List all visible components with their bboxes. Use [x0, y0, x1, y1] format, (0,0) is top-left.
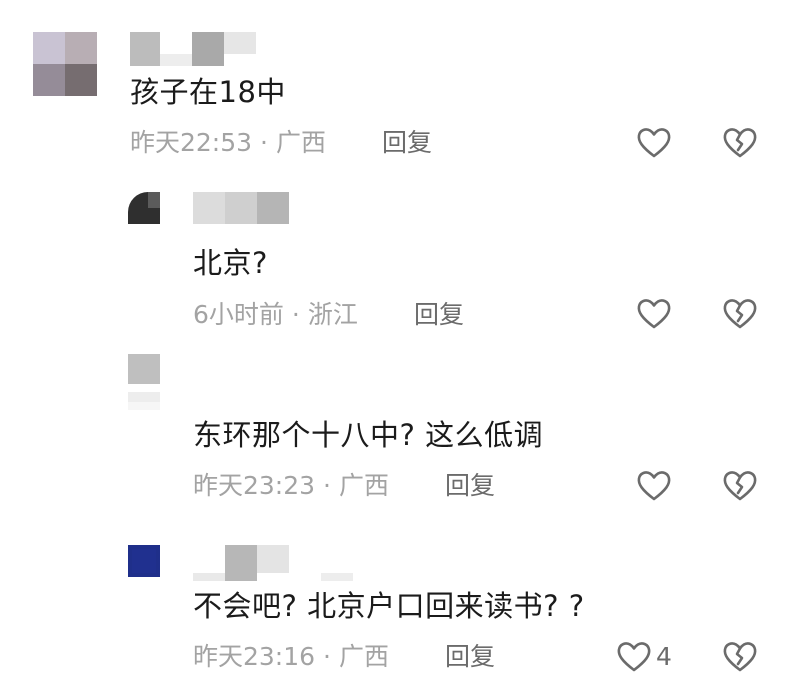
- avatar[interactable]: [128, 354, 160, 414]
- reply-button[interactable]: 回复: [445, 471, 495, 501]
- reply-text: 东环那个十八中? 这么低调: [193, 418, 544, 452]
- heart-outline-icon[interactable]: [634, 294, 674, 334]
- reply-text: 不会吧? 北京户口回来读书? ?: [193, 589, 585, 623]
- meta-separator: ·: [323, 642, 331, 671]
- comment-meta: 昨天22:53 · 广西: [130, 128, 326, 158]
- reply-button[interactable]: 回复: [414, 300, 464, 330]
- reply-location: 广西: [339, 642, 390, 671]
- comment-time: 昨天22:53: [130, 128, 253, 157]
- broken-heart-icon[interactable]: [720, 637, 760, 677]
- heart-outline-icon[interactable]: [634, 123, 674, 163]
- heart-outline-icon[interactable]: [634, 466, 674, 506]
- username[interactable]: [193, 192, 289, 224]
- reply-time: 6小时前: [193, 300, 284, 329]
- heart-outline-icon[interactable]: [614, 637, 654, 677]
- broken-heart-icon[interactable]: [720, 123, 760, 163]
- comment-text: 孩子在18中: [130, 75, 286, 109]
- reply-button[interactable]: 回复: [382, 128, 432, 158]
- meta-separator: ·: [291, 300, 300, 329]
- reply-location: 浙江: [307, 300, 358, 329]
- avatar[interactable]: [128, 545, 160, 577]
- reply-time: 昨天23:16: [193, 642, 316, 671]
- reply-meta: 6小时前 · 浙江: [193, 300, 358, 330]
- username[interactable]: [130, 32, 260, 66]
- reply-item: 东环那个十八中? 这么低调 昨天23:23 · 广西 回复: [0, 350, 800, 525]
- reply-text: 北京?: [193, 246, 268, 280]
- like-count: 4: [656, 642, 672, 671]
- avatar[interactable]: [128, 192, 160, 224]
- avatar[interactable]: [33, 32, 97, 96]
- reply-item: 不会吧? 北京户口回来读书? ? 昨天23:16 · 广西 回复 4: [0, 525, 800, 698]
- reply-time: 昨天23:23: [193, 471, 316, 500]
- meta-separator: ·: [260, 128, 268, 157]
- broken-heart-icon[interactable]: [720, 466, 760, 506]
- meta-separator: ·: [323, 471, 331, 500]
- broken-heart-icon[interactable]: [720, 294, 760, 334]
- comment-location: 广西: [276, 128, 327, 157]
- reply-location: 广西: [339, 471, 390, 500]
- reply-item: 北京? 6小时前 · 浙江 回复: [0, 180, 800, 350]
- reply-button[interactable]: 回复: [445, 642, 495, 672]
- reply-meta: 昨天23:16 · 广西: [193, 642, 389, 672]
- comment-item: 孩子在18中 昨天22:53 · 广西 回复: [0, 0, 800, 175]
- username[interactable]: [193, 545, 353, 585]
- reply-meta: 昨天23:23 · 广西: [193, 471, 389, 501]
